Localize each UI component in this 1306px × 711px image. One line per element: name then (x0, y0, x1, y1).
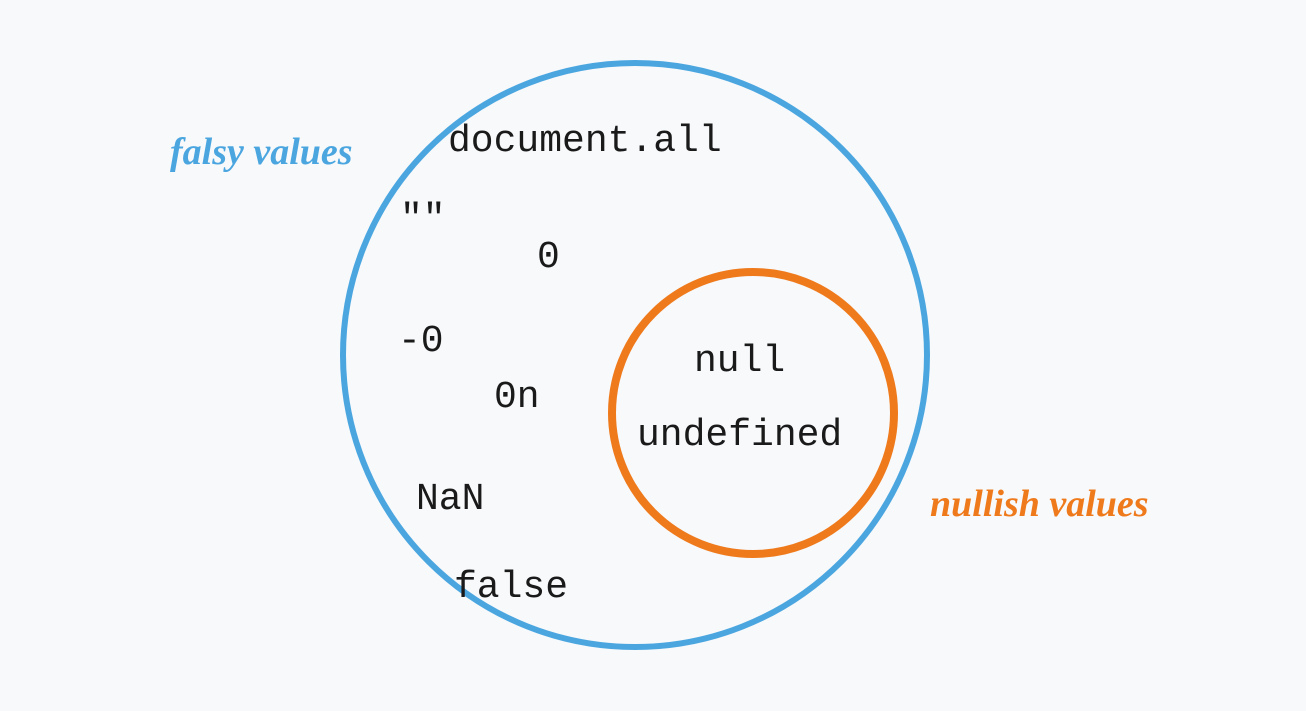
falsy-label: falsy values (170, 130, 353, 174)
value-zero-bigint: 0n (494, 376, 540, 419)
value-zero: 0 (537, 236, 560, 279)
value-undefined: undefined (637, 414, 842, 457)
value-null: null (694, 340, 785, 383)
nullish-circle (608, 268, 898, 558)
nullish-label: nullish values (930, 482, 1149, 526)
value-negative-zero: -0 (398, 320, 444, 363)
value-nan: NaN (416, 478, 484, 521)
venn-diagram: falsy values nullish values document.all… (0, 0, 1306, 711)
value-document-all: document.all (448, 120, 722, 163)
value-false: false (454, 566, 568, 609)
value-empty-string: "" (400, 198, 446, 241)
